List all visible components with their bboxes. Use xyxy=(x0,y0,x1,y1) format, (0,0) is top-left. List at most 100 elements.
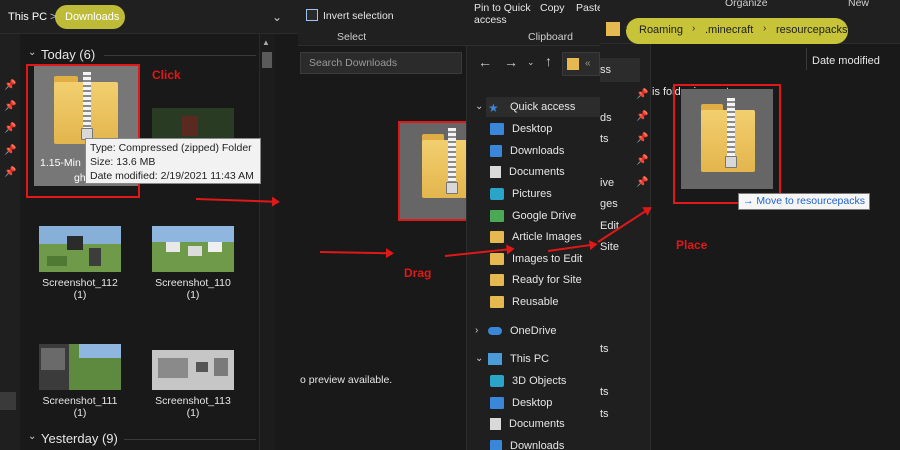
divider xyxy=(650,44,651,450)
nav-item-desktop-pc[interactable]: Desktop xyxy=(470,393,600,413)
download-icon xyxy=(490,440,502,450)
nav-item-pictures[interactable]: Pictures xyxy=(470,184,600,204)
paste-button[interactable]: Paste xyxy=(576,2,603,14)
thumbnail[interactable] xyxy=(39,226,121,272)
pin-icon: 📌 xyxy=(636,177,649,188)
pin-icon: 📌 xyxy=(4,80,17,91)
file-tooltip: Type: Compressed (zipped) Folder Size: 1… xyxy=(85,138,261,184)
breadcrumb-minecraft[interactable]: .minecraft xyxy=(705,24,753,36)
left-nav-strip xyxy=(0,34,20,450)
copy-button[interactable]: Copy xyxy=(540,2,565,14)
nav-item-reusable[interactable]: Reusable xyxy=(470,292,600,312)
ribbon-group-organize: Organize xyxy=(725,0,768,9)
chevron-down-icon[interactable]: ⌄ xyxy=(527,57,535,68)
nav-item-ready-for-site[interactable]: Ready for Site xyxy=(470,270,600,290)
up-arrow-icon[interactable]: ↑ xyxy=(545,53,552,69)
breadcrumb-this-pc[interactable]: This PC xyxy=(8,11,47,23)
ribbon-group-clipboard: Clipboard xyxy=(528,31,573,43)
breadcrumb-roaming[interactable]: Roaming xyxy=(639,24,683,36)
pin-icon: 📌 xyxy=(4,123,17,134)
thumbnail[interactable] xyxy=(152,108,234,140)
search-input[interactable]: Search Downloads xyxy=(300,52,462,74)
scroll-up-icon[interactable]: ▲ xyxy=(262,38,270,47)
arrow-right-icon: → xyxy=(743,195,757,207)
drop-tooltip: → Move to resourcepacks xyxy=(738,193,870,210)
desktop-icon xyxy=(490,397,504,409)
file-name: Screenshot_110 (1) xyxy=(155,277,231,301)
nav-selection[interactable] xyxy=(0,392,16,410)
nav-item-onedrive[interactable]: OneDrive xyxy=(470,321,600,341)
divider xyxy=(124,439,256,440)
nav-item-downloads[interactable]: Downloads xyxy=(470,141,600,161)
thumbnail[interactable] xyxy=(152,350,234,390)
nav-item-partial[interactable]: ges xyxy=(600,198,618,210)
screenshot-composite: This PC > Downloads ⌄ 📌 📌 📌 📌 📌 ▲ ⌄ Toda… xyxy=(0,0,900,450)
nav-item-desktop[interactable]: Desktop xyxy=(470,119,600,139)
pin-icon: 📌 xyxy=(636,111,649,122)
pin-icon: 📌 xyxy=(636,89,649,100)
column-header-date-modified[interactable]: Date modified xyxy=(812,55,880,67)
scrollbar[interactable] xyxy=(259,34,275,450)
chevron-left-icon: « xyxy=(585,58,591,69)
onedrive-icon xyxy=(488,327,502,335)
annotation-click: Click xyxy=(152,68,181,82)
nav-item-this-pc[interactable]: This PC xyxy=(470,349,600,369)
breadcrumb-downloads[interactable]: Downloads xyxy=(65,11,119,23)
thumbnail[interactable] xyxy=(152,226,234,272)
annotation-drag: Drag xyxy=(404,266,432,280)
nav-item-partial[interactable]: ss xyxy=(600,64,611,76)
pin-icon: 📌 xyxy=(4,145,17,156)
annotation-place: Place xyxy=(676,238,708,252)
pin-to-quick-access-button[interactable]: Pin to Quick access xyxy=(474,2,536,26)
nav-item-partial[interactable]: ts xyxy=(600,343,609,355)
address-bar[interactable]: « xyxy=(562,52,600,76)
nav-item-partial[interactable]: ts xyxy=(600,133,609,145)
nav-item-partial[interactable]: ive xyxy=(600,177,614,189)
nav-item-partial[interactable]: ds xyxy=(600,112,612,124)
chevron-down-icon[interactable]: ⌄ xyxy=(28,431,36,442)
annotation-place-box xyxy=(673,84,781,204)
thumbnail[interactable] xyxy=(39,344,121,390)
pin-icon: 📌 xyxy=(636,133,649,144)
breadcrumb-resourcepacks[interactable]: resourcepacks xyxy=(776,24,848,36)
file-name: Screenshot_112 (1) xyxy=(42,277,118,301)
pc-icon xyxy=(488,353,502,365)
nav-item-3d-objects[interactable]: 3D Objects xyxy=(470,371,600,391)
chevron-right-icon: › xyxy=(624,23,628,34)
3d-objects-icon xyxy=(490,375,504,387)
nav-item-documents-pc[interactable]: Documents xyxy=(470,414,600,434)
folder-icon xyxy=(490,253,504,265)
nav-item-partial[interactable]: Site xyxy=(600,241,619,253)
column-separator[interactable] xyxy=(806,48,807,70)
nav-item-partial[interactable]: ts xyxy=(600,386,609,398)
preview-message: o preview available. xyxy=(300,374,393,386)
nav-item-partial[interactable]: ts xyxy=(600,408,609,420)
tooltip-type: Type: Compressed (zipped) Folder xyxy=(90,142,252,154)
chevron-right-icon: › xyxy=(692,23,696,34)
group-header-today[interactable]: Today (6) xyxy=(41,47,95,62)
folder-icon xyxy=(606,22,620,36)
back-arrow-icon[interactable]: ← xyxy=(478,54,492,70)
invert-selection-button[interactable]: Invert selection xyxy=(323,10,394,22)
breadcrumb-separator: > xyxy=(50,11,57,23)
pin-icon: 📌 xyxy=(4,101,17,112)
nav-item-downloads-pc[interactable]: Downloads xyxy=(470,436,600,450)
ribbon-group-new: New xyxy=(848,0,870,9)
ribbon xyxy=(298,0,466,46)
scrollbar-thumb[interactable] xyxy=(262,52,272,68)
google-drive-icon xyxy=(490,210,504,222)
documents-icon xyxy=(490,166,501,178)
file-name: Screenshot_113 (1) xyxy=(155,395,231,419)
chevron-down-icon[interactable]: ⌄ xyxy=(272,10,282,24)
forward-arrow-icon[interactable]: → xyxy=(504,54,518,70)
chevron-down-icon[interactable]: ⌄ xyxy=(28,47,36,58)
nav-item-google-drive[interactable]: Google Drive xyxy=(470,206,600,226)
nav-item-quick-access[interactable]: ★ Quick access xyxy=(470,97,600,117)
divider xyxy=(104,55,256,56)
group-header-yesterday[interactable]: Yesterday (9) xyxy=(41,431,118,446)
nav-item-documents[interactable]: Documents xyxy=(470,162,600,182)
download-icon xyxy=(490,145,502,157)
folder-icon xyxy=(490,231,504,243)
invert-selection-icon xyxy=(306,9,318,21)
nav-item-article-images[interactable]: Article Images xyxy=(470,227,600,247)
